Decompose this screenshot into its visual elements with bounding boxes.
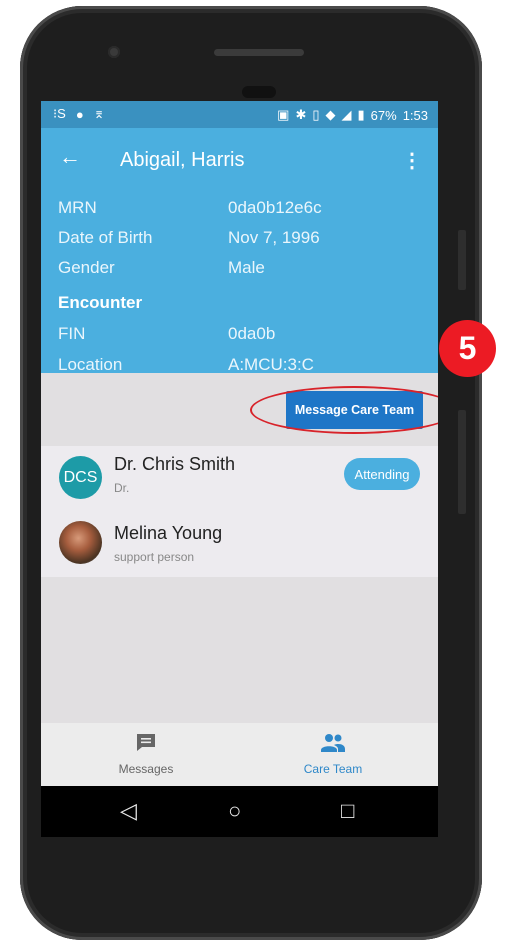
dob-label: Date of Birth	[58, 228, 153, 247]
patient-name: Abigail, Harris	[120, 149, 245, 171]
proximity-sensor	[242, 86, 276, 98]
more-options-icon[interactable]: ⋮	[402, 148, 422, 173]
bottom-navigation: Messages Care Team	[41, 723, 438, 786]
mrn-value: 0da0b12e6c	[228, 198, 322, 217]
people-icon	[321, 734, 345, 752]
attending-badge: Attending	[344, 458, 420, 490]
side-button-upper[interactable]	[458, 230, 466, 290]
fin-value: 0da0b	[228, 324, 276, 343]
patient-header: ← Abigail, Harris ⋮ MRN 0da0b12e6c Date …	[41, 128, 438, 398]
nav-care-team-label: Care Team	[303, 762, 363, 776]
member-role: support person	[114, 550, 195, 564]
battery-icon: ▮	[357, 107, 365, 122]
dob-value: Nov 7, 1996	[228, 228, 320, 247]
gender-label: Gender	[58, 258, 115, 277]
front-camera	[108, 46, 120, 58]
vibrate-icon: ▯	[312, 107, 320, 122]
list-item[interactable]: DCS Dr. Chris Smith Dr. Attending	[41, 446, 438, 510]
earpiece-speaker	[214, 49, 304, 56]
status-bar: ⁝S ● ⌆ ▣ ✱ ▯ ◆ ◢ ▮ 67% 1:53	[41, 101, 438, 128]
location-value: A:MCU:3:C	[228, 355, 314, 374]
location-label: Location	[58, 355, 123, 374]
avatar: DCS	[59, 456, 102, 499]
mrn-label: MRN	[58, 198, 97, 217]
member-name: Dr. Chris Smith	[114, 454, 236, 474]
clock: 1:53	[402, 107, 428, 123]
back-arrow-icon[interactable]: ←	[59, 146, 81, 168]
list-item[interactable]: Melina Young support person	[41, 514, 438, 578]
nav-care-team[interactable]: Care Team	[258, 733, 408, 776]
system-navigation-bar: ◁ ○ □	[41, 786, 438, 837]
avatar	[59, 521, 102, 564]
wifi-icon: ◆	[325, 107, 336, 122]
step-number-badge: 5	[439, 320, 496, 377]
bluetooth-icon: ✱	[295, 107, 307, 122]
transfer-icon: ⌆	[93, 106, 105, 121]
back-triangle-icon[interactable]: ◁	[120, 798, 137, 824]
care-team-list: DCS Dr. Chris Smith Dr. Attending Melina…	[41, 446, 438, 577]
battery-level: 67%	[370, 107, 397, 123]
app-screen: ⁝S ● ⌆ ▣ ✱ ▯ ◆ ◢ ▮ 67% 1:53 ← Abigail, H…	[41, 101, 438, 837]
member-role: Dr.	[114, 481, 130, 495]
recents-square-icon[interactable]: □	[341, 798, 354, 824]
encounter-heading: Encounter	[58, 293, 143, 312]
gender-value: Male	[228, 258, 265, 277]
member-name: Melina Young	[114, 523, 223, 543]
fin-label: FIN	[58, 324, 86, 343]
chat-icon	[137, 734, 155, 751]
sim-icon: ⁝S	[53, 106, 66, 121]
android-icon: ●	[75, 106, 84, 122]
nav-messages-label: Messages	[118, 762, 174, 776]
side-button-lower[interactable]	[458, 410, 466, 514]
cast-icon: ▣	[277, 107, 290, 122]
signal-icon: ◢	[341, 107, 352, 122]
home-circle-icon[interactable]: ○	[228, 798, 241, 824]
nav-messages[interactable]: Messages	[71, 733, 221, 776]
